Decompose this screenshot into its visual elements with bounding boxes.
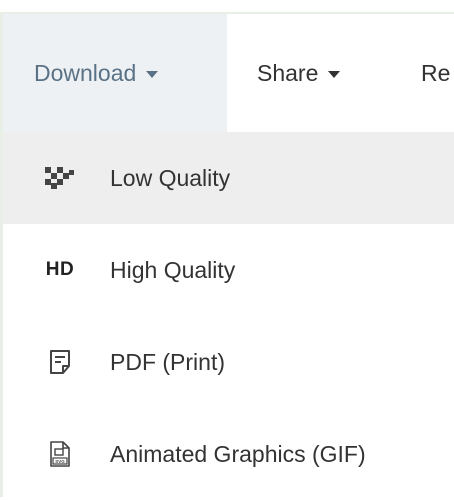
- menu-item-high-quality[interactable]: HD High Quality: [3, 224, 454, 316]
- document-icon: [45, 347, 75, 377]
- tab-download[interactable]: Download: [3, 14, 227, 132]
- menu-item-pdf[interactable]: PDF (Print): [3, 316, 454, 408]
- pixel-icon: [45, 163, 75, 193]
- menu-item-low-quality[interactable]: Low Quality: [3, 132, 454, 224]
- tab-share[interactable]: Share: [257, 14, 341, 132]
- menu-item-label: PDF (Print): [110, 348, 225, 375]
- chevron-down-icon: [328, 70, 341, 78]
- gif-file-icon: SVG: [45, 439, 75, 469]
- tab-share-label: Share: [257, 59, 319, 86]
- hd-icon: HD: [45, 255, 75, 285]
- menu-item-label: Low Quality: [110, 164, 231, 191]
- chevron-down-icon: [146, 70, 159, 78]
- menu-item-label: High Quality: [110, 256, 236, 283]
- hd-icon-text: HD: [45, 259, 75, 280]
- tab-download-label: Download: [34, 59, 137, 86]
- gif-icon-text: SVG: [55, 459, 65, 464]
- download-panel: Download Share Re Low Quality HD High Qu…: [0, 0, 454, 497]
- menu-item-label: Animated Graphics (GIF): [110, 440, 366, 467]
- tab-more-label: Re: [421, 59, 451, 86]
- tab-bar: Download Share Re: [3, 14, 454, 132]
- download-menu: Low Quality HD High Quality PDF (Print): [3, 132, 454, 500]
- menu-item-gif[interactable]: SVG Animated Graphics (GIF): [3, 408, 454, 500]
- tab-more[interactable]: Re: [421, 14, 450, 132]
